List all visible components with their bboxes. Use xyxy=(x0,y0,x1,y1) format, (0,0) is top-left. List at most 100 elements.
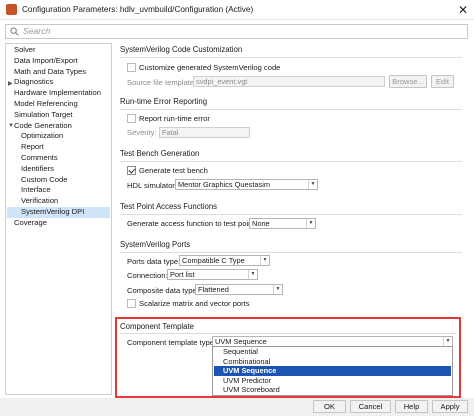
browse-button[interactable]: Browse... xyxy=(389,75,427,88)
tree-item-label: Code Generation xyxy=(14,120,72,130)
dropdown-option-uvm-scoreboard[interactable]: UVM Scoreboard xyxy=(214,385,451,395)
tree-item-coverage[interactable]: Coverage xyxy=(14,218,110,229)
tree-item-label: Solver xyxy=(14,45,36,54)
section-title-runtime: Run-time Error Reporting xyxy=(120,97,208,106)
chevron-down-icon: ▼ xyxy=(273,285,282,294)
dropdown-option-uvm-predictor[interactable]: UVM Predictor xyxy=(214,376,451,386)
tree-item-simulation-target[interactable]: Simulation Target xyxy=(14,110,110,121)
tree-item-label: Custom Code xyxy=(21,174,68,184)
close-icon[interactable]: ✕ xyxy=(455,2,471,18)
connection-value: Port list xyxy=(170,270,195,279)
hdl-simulator-label: HDL simulator: xyxy=(127,181,177,190)
connection-label: Connection: xyxy=(127,271,168,280)
tree-item-model-referencing[interactable]: Model Referencing xyxy=(14,99,110,110)
category-tree: Solver Data Import/Export Math and Data … xyxy=(5,43,112,395)
tree-item-label: Hardware Implementation xyxy=(14,88,101,98)
tree-item-code-generation[interactable]: Code Generation xyxy=(14,121,110,132)
search-input[interactable]: Search xyxy=(5,24,468,39)
tree-item-hardware-implementation[interactable]: Hardware Implementation xyxy=(14,88,110,99)
section-divider xyxy=(120,57,462,58)
tree-item-interface[interactable]: Interface xyxy=(21,185,110,196)
tree-item-label: Report xyxy=(21,142,44,152)
component-template-dropdown: Sequential Combinational UVM Sequence UV… xyxy=(212,346,453,396)
section-divider xyxy=(120,333,457,334)
scalarize-ports-checkbox[interactable] xyxy=(127,299,136,308)
tree-item-systemverilog-dpi[interactable]: SystemVerilog DPI xyxy=(7,207,110,218)
generate-test-bench-checkbox[interactable] xyxy=(127,166,136,175)
chevron-down-icon: ▼ xyxy=(443,337,452,346)
section-divider xyxy=(120,214,462,215)
matlab-app-icon xyxy=(6,4,17,15)
ports-data-type-value: Compatible C Type xyxy=(182,256,245,265)
scalarize-ports-label: Scalarize matrix and vector ports xyxy=(139,299,250,308)
tree-item-label: Interface xyxy=(21,185,51,195)
composite-data-type-select[interactable]: Flattened ▼ xyxy=(195,284,283,295)
report-runtime-error-checkbox[interactable] xyxy=(127,114,136,123)
tree-item-label: Comments xyxy=(21,153,58,162)
tree-item-solver[interactable]: Solver xyxy=(14,45,110,56)
component-template-type-label: Component template type: xyxy=(127,338,217,347)
customize-code-checkbox[interactable] xyxy=(127,63,136,72)
edit-button[interactable]: Edit xyxy=(431,75,454,88)
chevron-down-icon: ▼ xyxy=(260,256,269,265)
test-point-access-select[interactable]: None ▼ xyxy=(249,218,316,229)
tree-item-label: Verification xyxy=(21,196,59,206)
tree-item-label: SystemVerilog DPI xyxy=(21,207,85,216)
ok-button[interactable]: OK xyxy=(313,400,346,413)
section-title-component-template: Component Template xyxy=(120,322,194,331)
section-divider xyxy=(120,252,462,253)
source-template-label: Source file template: xyxy=(127,78,197,87)
composite-data-type-value: Flattened xyxy=(198,285,229,294)
tree-item-label: Coverage xyxy=(14,217,47,227)
dropdown-option-uvm-sequence[interactable]: UVM Sequence xyxy=(214,366,451,376)
tree-item-diagnostics[interactable]: Diagnostics xyxy=(14,77,110,88)
search-placeholder: Search xyxy=(23,26,51,36)
hdl-simulator-select[interactable]: Mentor Graphics Questasim ▼ xyxy=(175,179,318,190)
section-divider xyxy=(120,109,462,110)
section-title-ports: SystemVerilog Ports xyxy=(120,240,191,249)
generate-test-bench-label: Generate test bench xyxy=(139,166,208,175)
severity-value: Fatal xyxy=(162,128,179,137)
help-button[interactable]: Help xyxy=(395,400,428,413)
tree-item-optimization[interactable]: Optimization xyxy=(21,131,110,142)
tree-item-comments[interactable]: Comments xyxy=(21,153,110,164)
section-divider xyxy=(120,161,462,162)
ports-data-type-select[interactable]: Compatible C Type ▼ xyxy=(179,255,270,266)
severity-select[interactable]: Fatal xyxy=(159,127,250,138)
apply-button[interactable]: Apply xyxy=(432,400,468,413)
tree-item-label: Identifiers xyxy=(21,163,54,173)
test-point-access-label: Generate access function to test point: xyxy=(127,219,257,228)
connection-select[interactable]: Port list ▼ xyxy=(167,269,258,280)
dropdown-option-sequential[interactable]: Sequential xyxy=(214,347,451,357)
composite-data-type-label: Composite data type: xyxy=(127,286,199,295)
tree-item-label: Model Referencing xyxy=(14,99,78,108)
chevron-down-icon: ▼ xyxy=(248,270,257,279)
customize-code-label: Customize generated SystemVerilog code xyxy=(139,63,281,72)
tree-item-data-import-export[interactable]: Data Import/Export xyxy=(14,56,110,67)
tree-item-custom-code[interactable]: Custom Code xyxy=(21,175,110,186)
cancel-button[interactable]: Cancel xyxy=(350,400,391,413)
tree-item-verification[interactable]: Verification xyxy=(21,196,110,207)
tree-item-label: Math and Data Types xyxy=(14,66,87,76)
window-title: Configuration Parameters: hdlv_uvmbuild/… xyxy=(22,5,254,14)
ports-data-type-label: Ports data type: xyxy=(127,257,181,266)
test-point-access-value: None xyxy=(252,219,270,228)
chevron-down-icon: ▼ xyxy=(308,180,317,189)
tree-item-label: Data Import/Export xyxy=(14,55,78,65)
dropdown-option-combinational[interactable]: Combinational xyxy=(214,357,451,367)
section-title-customization: SystemVerilog Code Customization xyxy=(120,45,243,54)
component-template-type-value: UVM Sequence xyxy=(215,337,267,346)
tree-item-report[interactable]: Report xyxy=(21,142,110,153)
tree-item-label: Diagnostics xyxy=(14,77,54,87)
source-template-field[interactable]: svdpi_event.vgt xyxy=(193,76,385,87)
report-runtime-error-label: Report run-time error xyxy=(139,114,210,123)
tree-item-label: Simulation Target xyxy=(14,109,73,119)
tree-item-identifiers[interactable]: Identifiers xyxy=(21,164,110,175)
severity-label: Severity: xyxy=(127,128,157,137)
tree-item-math-data-types[interactable]: Math and Data Types xyxy=(14,67,110,78)
hdl-simulator-value: Mentor Graphics Questasim xyxy=(178,180,271,189)
section-title-testpoint: Test Point Access Functions xyxy=(120,202,218,211)
chevron-right-icon[interactable]: ▶ xyxy=(8,80,13,87)
chevron-down-icon: ▼ xyxy=(306,219,315,228)
section-title-testbench: Test Bench Generation xyxy=(120,149,200,158)
